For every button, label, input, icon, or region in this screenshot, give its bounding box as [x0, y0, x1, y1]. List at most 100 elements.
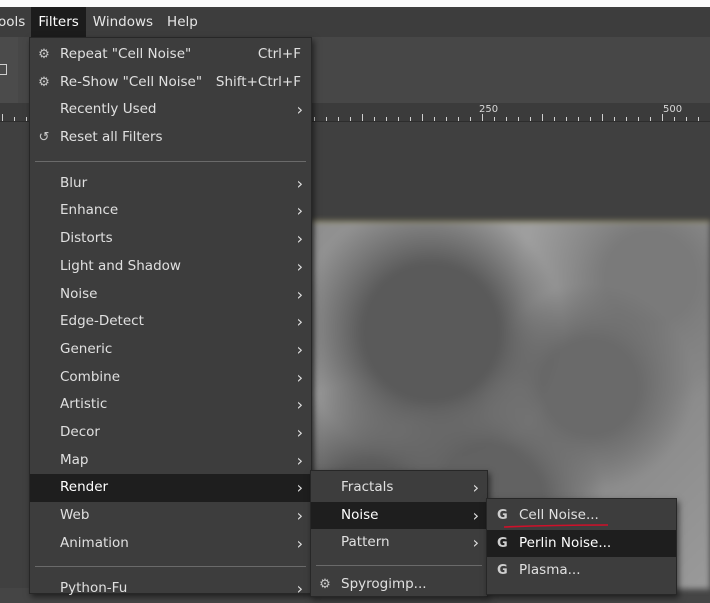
reshow-filter-item[interactable]: ⚙ Re-Show "Cell Noise" Shift+Ctrl+F	[30, 69, 311, 97]
render-submenu: Fractals › Noise › Pattern › ⚙ Spyrogimp…	[310, 470, 488, 597]
ruler-tick	[14, 117, 15, 121]
filter-category-label: Animation	[60, 534, 129, 551]
noise-item-label: Cell Noise...	[519, 507, 599, 523]
ruler-tick	[686, 117, 687, 121]
filter-category-noise[interactable]: Noise ›	[30, 281, 311, 309]
ruler-tick	[326, 117, 327, 121]
menu-separator	[35, 566, 306, 568]
ruler-tick	[374, 117, 375, 121]
tool-icon[interactable]	[0, 64, 7, 75]
filter-category-artistic[interactable]: Artistic ›	[30, 391, 311, 419]
chevron-right-icon: ›	[472, 505, 479, 525]
ruler-tick	[614, 117, 615, 121]
filter-category-distorts[interactable]: Distorts ›	[30, 225, 311, 253]
menu-separator	[35, 160, 306, 162]
render-item-spyrogimp[interactable]: ⚙ Spyrogimp...	[311, 571, 487, 599]
ruler-tick	[422, 114, 423, 121]
repeat-filter-icon: ⚙	[38, 47, 50, 62]
menu-separator	[316, 565, 482, 567]
noise-item-perlin-noise[interactable]: G Perlin Noise...	[487, 529, 676, 558]
ruler-tick	[662, 114, 663, 121]
reset-filters-item[interactable]: ↺ Reset all Filters	[30, 124, 311, 152]
chevron-right-icon: ›	[296, 506, 303, 525]
render-item-fractals[interactable]: Fractals ›	[311, 474, 487, 502]
reshow-filter-label: Re-Show "Cell Noise"	[60, 73, 203, 90]
chevron-right-icon: ›	[296, 450, 303, 470]
filters-menu: ⚙ Repeat "Cell Noise" Ctrl+F ⚙ Re-Show "…	[29, 37, 312, 598]
chevron-right-icon: ›	[472, 533, 479, 553]
chevron-right-icon: ›	[296, 533, 303, 553]
ruler-tick	[590, 117, 591, 121]
repeat-filter-item[interactable]: ⚙ Repeat "Cell Noise" Ctrl+F	[30, 41, 311, 69]
menu-help[interactable]: Help	[160, 7, 205, 37]
chevron-right-icon: ›	[296, 422, 303, 442]
render-item-pattern[interactable]: Pattern ›	[311, 529, 487, 557]
filter-category-combine[interactable]: Combine ›	[30, 364, 311, 392]
filter-category-map[interactable]: Map ›	[30, 447, 311, 475]
ruler-tick	[2, 114, 3, 121]
ruler-tick	[506, 117, 507, 121]
ruler-tick	[338, 117, 339, 121]
ruler-tick	[446, 117, 447, 121]
menu-tools[interactable]: ools	[0, 7, 31, 37]
toolbox-panel	[0, 37, 19, 103]
noise-item-label: Plasma...	[519, 562, 581, 579]
noise-item-cell-noise[interactable]: G Cell Noise...	[487, 502, 676, 530]
chevron-right-icon: ›	[472, 478, 479, 497]
filter-category-blur[interactable]: Blur ›	[30, 170, 311, 198]
render-item-label: Spyrogimp...	[341, 576, 427, 593]
filter-category-generic[interactable]: Generic ›	[30, 336, 311, 364]
chevron-right-icon: ›	[296, 229, 303, 249]
repeat-filter-label: Repeat "Cell Noise"	[60, 46, 192, 62]
gegl-icon: G	[497, 563, 508, 579]
chevron-right-icon: ›	[296, 173, 303, 193]
gear-icon: ⚙	[319, 577, 331, 593]
ruler-tick	[518, 117, 519, 121]
menu-filters[interactable]: Filters	[31, 7, 86, 37]
filter-category-animation[interactable]: Animation ›	[30, 530, 311, 558]
chevron-right-icon: ›	[296, 312, 303, 332]
window-top-edge	[0, 0, 710, 7]
ruler-tick	[530, 117, 531, 121]
filter-categories: Blur › Enhance › Distorts › Light and Shadow › N…	[30, 170, 311, 558]
recently-used-label: Recently Used	[60, 101, 157, 118]
python-fu-item[interactable]: Python-Fu ›	[30, 575, 311, 603]
noise-item-label: Perlin Noise...	[519, 534, 612, 551]
chevron-right-icon: ›	[296, 339, 303, 359]
chevron-right-icon: ›	[296, 100, 303, 120]
ruler-tick	[650, 117, 651, 121]
filter-category-label: Render	[60, 479, 109, 496]
ruler-tick	[362, 114, 363, 121]
recently-used-item[interactable]: Recently Used ›	[30, 96, 311, 124]
filter-category-light-and-shadow[interactable]: Light and Shadow ›	[30, 253, 311, 281]
reshow-filter-shortcut: Shift+Ctrl+F	[215, 73, 301, 90]
ruler-tick	[698, 117, 699, 121]
ruler-tick	[674, 117, 675, 121]
ruler-tick	[638, 117, 639, 121]
menu-windows[interactable]: Windows	[86, 7, 160, 37]
filter-category-render[interactable]: Render ›	[30, 474, 311, 502]
menubar: ools Filters Windows Help	[0, 7, 710, 37]
filter-category-label: Enhance	[60, 202, 119, 219]
ruler-tick	[626, 117, 627, 121]
chevron-right-icon: ›	[296, 478, 303, 498]
filter-category-label: Blur	[60, 174, 88, 191]
render-item-noise[interactable]: Noise ›	[311, 501, 487, 530]
ruler-tick	[458, 117, 459, 121]
filter-category-label: Light and Shadow	[60, 257, 181, 274]
reset-filters-label: Reset all Filters	[60, 129, 163, 146]
filter-category-edge-detect[interactable]: Edge-Detect ›	[30, 308, 311, 336]
render-item-label: Fractals	[341, 479, 394, 495]
chevron-right-icon: ›	[296, 256, 303, 276]
filter-category-web[interactable]: Web ›	[30, 502, 311, 530]
filter-category-label: Generic	[60, 340, 113, 357]
ruler-tick	[434, 117, 435, 121]
reset-icon: ↺	[38, 130, 50, 146]
filter-category-label: Combine	[60, 368, 121, 385]
ruler-tick	[410, 117, 411, 121]
filter-category-decor[interactable]: Decor ›	[30, 419, 311, 447]
chevron-right-icon: ›	[296, 201, 303, 221]
filter-category-enhance[interactable]: Enhance ›	[30, 197, 311, 225]
noise-item-plasma[interactable]: G Plasma...	[487, 557, 676, 585]
red-underline-annotation	[503, 524, 609, 528]
